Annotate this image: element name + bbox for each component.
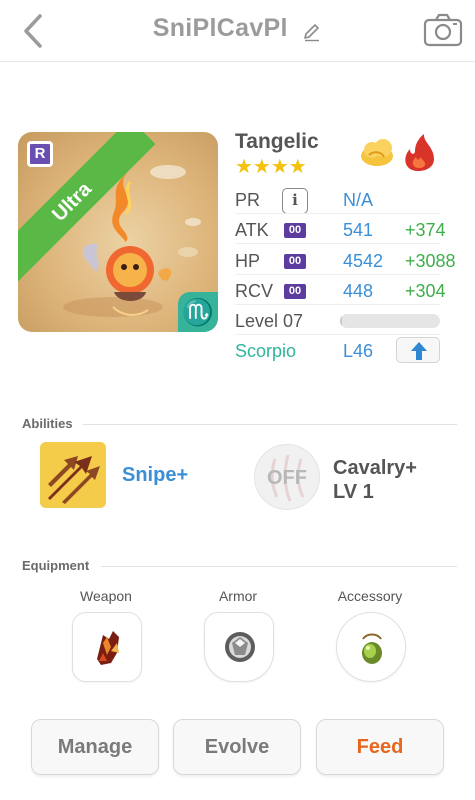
ability-snipe-name: Snipe+ bbox=[122, 464, 189, 486]
atk-label: ATK bbox=[235, 220, 269, 240]
atk-plus-value: +374 bbox=[405, 220, 446, 240]
atk-value: 541 bbox=[343, 220, 374, 240]
manage-button[interactable]: Manage bbox=[31, 719, 159, 775]
rcv-value: 448 bbox=[343, 281, 374, 301]
monster-portrait[interactable]: Ultra R ♏ bbox=[18, 132, 218, 332]
top-bar: SniPlCavPl bbox=[0, 0, 475, 62]
rcv-boost-badge: 00 bbox=[284, 284, 306, 299]
divider bbox=[235, 334, 440, 335]
camera-button[interactable] bbox=[423, 12, 463, 48]
rcv-plus-value: +304 bbox=[405, 281, 446, 301]
arrow-up-icon bbox=[411, 342, 427, 360]
upgrade-button[interactable] bbox=[396, 337, 440, 363]
pr-label: PR bbox=[235, 190, 261, 210]
hp-value: 4542 bbox=[343, 251, 384, 271]
hp-label: HP bbox=[235, 251, 261, 271]
weapon-label: Weapon bbox=[80, 588, 132, 604]
armor-label: Armor bbox=[218, 588, 258, 604]
edit-pencil-icon[interactable] bbox=[302, 22, 322, 42]
weapon-slot[interactable] bbox=[72, 612, 142, 682]
divider bbox=[235, 213, 440, 214]
divider bbox=[101, 566, 457, 567]
accessory-slot[interactable] bbox=[336, 612, 406, 682]
armor-gem-icon bbox=[225, 632, 255, 662]
ability-cavalry-name: Cavalry+ LV 1 bbox=[333, 456, 417, 504]
rcv-label: RCV bbox=[235, 281, 274, 301]
sign-label: Scorpio bbox=[235, 341, 297, 361]
ability-cavalry-level: LV 1 bbox=[333, 481, 374, 503]
scorpio-sign-icon: ♏ bbox=[178, 292, 218, 332]
pr-value: N/A bbox=[343, 190, 374, 210]
hp-boost-badge: 00 bbox=[284, 254, 306, 269]
title-area: SniPlCavPl bbox=[0, 14, 475, 43]
evolve-button[interactable]: Evolve bbox=[173, 719, 301, 775]
hp-plus-value: +3088 bbox=[405, 251, 456, 271]
ability-cavalry-title: Cavalry+ bbox=[333, 457, 417, 479]
ability-snipe-icon[interactable] bbox=[40, 442, 106, 508]
divider bbox=[235, 274, 440, 275]
star-rating: ★★★★ bbox=[235, 156, 307, 178]
monster-name: Tangelic bbox=[235, 130, 319, 153]
pr-info-button[interactable]: i bbox=[282, 188, 308, 214]
element-icons bbox=[360, 133, 440, 173]
level-label: Level 07 bbox=[235, 311, 304, 331]
fire-icon bbox=[405, 134, 434, 171]
cloud-icon bbox=[361, 139, 393, 166]
abilities-section-title: Abilities bbox=[22, 416, 73, 431]
accessory-pendant-icon bbox=[362, 633, 382, 664]
weapon-gauntlet-icon bbox=[97, 631, 119, 665]
divider bbox=[83, 424, 457, 425]
camera-icon bbox=[423, 13, 463, 47]
equipment-section-title: Equipment bbox=[22, 558, 90, 573]
page-title: SniPlCavPl bbox=[152, 14, 288, 42]
level-progress-bar bbox=[340, 314, 440, 328]
sign-level: L46 bbox=[343, 341, 374, 361]
accessory-label: Accessory bbox=[337, 588, 403, 604]
divider bbox=[235, 243, 440, 244]
feed-button[interactable]: Feed bbox=[316, 719, 444, 775]
armor-slot[interactable] bbox=[204, 612, 274, 682]
atk-boost-badge: 00 bbox=[284, 223, 306, 238]
level-progress-fill bbox=[340, 314, 342, 328]
rarity-badge: R bbox=[27, 141, 53, 167]
ability-cavalry-icon[interactable]: OFF bbox=[254, 444, 320, 510]
divider bbox=[235, 304, 440, 305]
ability-off-label: OFF bbox=[267, 467, 307, 489]
